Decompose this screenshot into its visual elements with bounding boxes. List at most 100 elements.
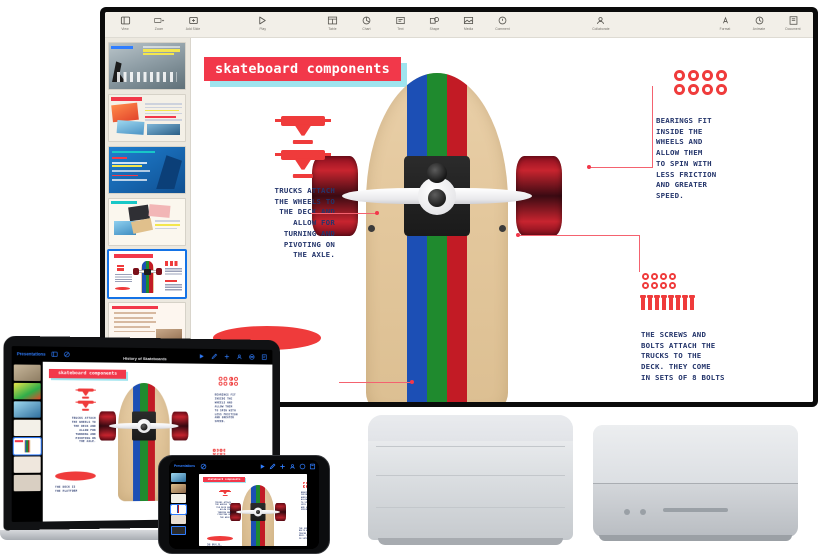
leader-line-bearings-vert: [652, 86, 654, 168]
ipad-note-deck: THE DECK IS THE PLATFORM: [55, 484, 78, 493]
toolbar-chart-button[interactable]: Chart: [355, 15, 379, 31]
iphone-screen: Presentations skateboard components TRUC…: [169, 460, 319, 549]
ipad-thumbnail-3[interactable]: [13, 401, 41, 418]
toolbar-format-button[interactable]: Format: [713, 15, 737, 31]
iphone-deck-pill: [207, 536, 233, 541]
text-icon: [395, 15, 406, 26]
truck-kingpin: [428, 188, 446, 207]
iphone-back-button[interactable]: Presentations: [174, 464, 195, 468]
iphone-add-slide-button[interactable]: [170, 525, 186, 535]
mac-studio-foot: [599, 535, 792, 541]
collaborate-icon[interactable]: [236, 353, 243, 360]
nut-icon: [669, 282, 676, 289]
ipad-thumbnail-4[interactable]: [13, 419, 41, 437]
add-icon[interactable]: [223, 353, 230, 360]
toolbar-zoom-button[interactable]: Zoom: [147, 15, 171, 31]
leader-line-trucks: [311, 213, 377, 215]
toolbar-text-button[interactable]: Text: [389, 15, 413, 31]
animate-icon: [754, 15, 765, 26]
slide-thumbnail-11[interactable]: 11: [107, 249, 187, 299]
more-icon[interactable]: [249, 353, 256, 360]
view-options-icon[interactable]: [63, 351, 70, 358]
bolt-icon: [640, 295, 646, 310]
toolbar-shape-button[interactable]: Shape: [423, 15, 447, 31]
chart-icon: [361, 15, 372, 26]
toolbar-view-button[interactable]: View: [113, 15, 137, 31]
toolbar-table-button[interactable]: Table: [321, 15, 345, 31]
toolbar-animate-button[interactable]: Animate: [747, 15, 771, 31]
play-icon[interactable]: [259, 463, 265, 469]
toolbar-add-slide-label: Add Slide: [185, 27, 201, 31]
comment-icon: [497, 15, 508, 26]
navigator-icon[interactable]: [51, 351, 58, 358]
iphone-thumbnail-3[interactable]: [170, 494, 186, 503]
truck-bolt-left: [368, 225, 376, 233]
iphone-thumbnail-1[interactable]: [170, 473, 186, 482]
add-icon[interactable]: [279, 463, 285, 469]
view-icon: [120, 15, 131, 26]
iphone-thumbnail-5[interactable]: [170, 515, 186, 524]
play-icon[interactable]: [198, 353, 205, 360]
ipad-thumbnail-5-selected[interactable]: [12, 437, 42, 456]
nut-icon: [642, 282, 649, 289]
truck-icon-2: [274, 150, 332, 178]
toolbar-document-button[interactable]: Document: [781, 15, 805, 31]
toolbar-document-label: Document: [785, 27, 801, 31]
skateboard-truck: [312, 155, 562, 237]
ipad-toolbar-left: Presentations: [17, 350, 70, 358]
ipad-thumbnail-2[interactable]: [13, 382, 41, 400]
mac-studio-top: [593, 425, 798, 484]
edit-icon[interactable]: [269, 463, 276, 470]
toolbar-comment-label: Comment: [495, 27, 510, 31]
truck-bolt-right: [498, 225, 506, 233]
format-icon: [720, 15, 731, 26]
note-bearings[interactable]: BEARINGS FIT INSIDE THE WHEELS AND ALLOW…: [656, 116, 806, 202]
note-screws[interactable]: THE SCREWS AND BOLTS ATTACH THE TRUCKS T…: [641, 330, 813, 384]
shape-icon: [429, 15, 440, 26]
ipad-thumbnail-6[interactable]: [13, 456, 41, 473]
ipad-nuts-grid: [212, 448, 226, 455]
slide-thumbnail-9[interactable]: 9: [108, 146, 186, 194]
iphone-thumbnail-2[interactable]: [170, 483, 186, 493]
toolbar-shape-label: Shape: [429, 27, 440, 31]
toolbar-comment-button[interactable]: Comment: [491, 15, 515, 31]
more-icon[interactable]: [299, 463, 306, 470]
toolbar-left-group: View Zoom Add Slide: [113, 15, 205, 31]
iphone-slide-canvas[interactable]: skateboard components TRUCKS ATTACH THE …: [199, 474, 307, 546]
leader-dot-bearings: [587, 165, 591, 169]
device-lineup-scene: View Zoom Add Slide Play Table Chart Tex…: [0, 0, 818, 554]
slide-thumbnail-10[interactable]: 10: [108, 198, 186, 246]
ipad-slide-navigator[interactable]: [11, 361, 43, 523]
ipad-back-button[interactable]: Presentations: [17, 351, 46, 356]
mac-studio-port-2: [640, 508, 647, 515]
bolt-icon: [668, 295, 674, 310]
slide-thumbnail-8[interactable]: 8: [108, 94, 186, 142]
edit-icon[interactable]: [211, 353, 218, 360]
deck-stripe-green: [427, 73, 447, 402]
nut-icon: [651, 273, 658, 280]
bearing-icon: [688, 84, 699, 95]
collaborate-icon[interactable]: [289, 463, 295, 469]
ipad-deck-pill: [55, 471, 96, 481]
iphone-thumbnail-4-selected[interactable]: [169, 503, 187, 515]
format-icon[interactable]: [261, 354, 268, 361]
toolbar-text-label: Text: [397, 27, 404, 31]
view-options-icon[interactable]: [200, 463, 207, 470]
nut-icon: [660, 273, 667, 280]
bolt-icon: [689, 295, 695, 310]
table-icon: [327, 15, 338, 26]
iphone-slide-navigator[interactable]: [169, 471, 187, 549]
skateboard-deck: [366, 73, 508, 402]
slide-thumbnail-7[interactable]: 7: [108, 42, 186, 90]
format-icon[interactable]: [309, 463, 316, 470]
iphone-toolbar: Presentations: [169, 460, 319, 471]
iphone-note-screws: THE SCREWS AND BOLTS ATTACH THE TRUCKS T…: [299, 528, 307, 540]
bearing-icon: [716, 70, 727, 81]
toolbar-collaborate-button[interactable]: Collaborate: [583, 15, 619, 31]
note-trucks[interactable]: TRUCKS ATTACH THE WHEELS TO THE DECK AND…: [211, 186, 335, 261]
toolbar-play-button[interactable]: Play: [248, 15, 278, 31]
toolbar-media-button[interactable]: Media: [457, 15, 481, 31]
ipad-thumbnail-7[interactable]: [13, 474, 41, 492]
toolbar-add-slide-button[interactable]: Add Slide: [181, 15, 205, 31]
ipad-thumbnail-1[interactable]: [13, 364, 41, 382]
